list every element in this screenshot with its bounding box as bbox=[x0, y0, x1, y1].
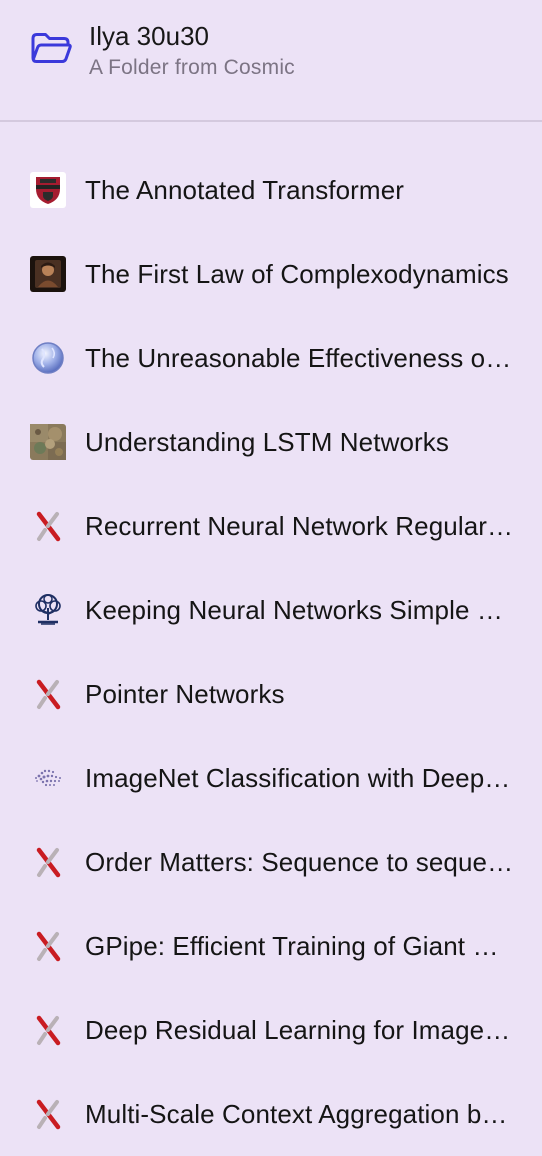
item-title: Understanding LSTM Networks bbox=[85, 427, 449, 457]
globe-icon bbox=[30, 340, 66, 376]
list-item[interactable]: The Unreasonable Effectiveness of Recurr… bbox=[0, 316, 542, 400]
dotted-logo-icon bbox=[30, 760, 66, 796]
list-item[interactable]: The Annotated Transformer bbox=[0, 148, 542, 232]
folder-item-list: The Annotated Transformer The First Law … bbox=[0, 148, 542, 1156]
list-item[interactable]: Multi-Scale Context Aggregation by Dilat… bbox=[0, 1072, 542, 1156]
list-item[interactable]: ImageNet Classification with Deep Convol… bbox=[0, 736, 542, 820]
arxiv-x-icon bbox=[30, 508, 66, 544]
list-item[interactable]: Pointer Networks bbox=[0, 652, 542, 736]
portrait-favicon-icon bbox=[30, 256, 66, 292]
folder-title: Ilya 30u30 bbox=[89, 21, 209, 51]
harvard-shield-favicon-icon bbox=[30, 172, 66, 208]
folder-header: Ilya 30u30 A Folder from Cosmic bbox=[0, 0, 542, 122]
item-title: The First Law of Complexodynamics bbox=[85, 259, 509, 289]
item-title: Multi-Scale Context Aggregation by Dilat… bbox=[85, 1099, 516, 1129]
item-title: Keeping Neural Networks Simple by Minimi… bbox=[85, 595, 516, 625]
arxiv-x-icon bbox=[30, 676, 66, 712]
list-item[interactable]: Understanding LSTM Networks bbox=[0, 400, 542, 484]
item-title: The Annotated Transformer bbox=[85, 175, 405, 205]
item-title: Order Matters: Sequence to sequence for … bbox=[85, 847, 516, 877]
list-item[interactable]: Order Matters: Sequence to sequence for … bbox=[0, 820, 542, 904]
item-title: Pointer Networks bbox=[85, 679, 285, 709]
arxiv-x-icon bbox=[30, 928, 66, 964]
arxiv-x-icon bbox=[30, 844, 66, 880]
arxiv-x-icon bbox=[30, 1096, 66, 1132]
folder-subtitle: A Folder from Cosmic bbox=[89, 56, 295, 79]
item-title: Deep Residual Learning for Image Recogni… bbox=[85, 1015, 516, 1045]
item-title: The Unreasonable Effectiveness of Recurr… bbox=[85, 343, 516, 373]
list-item[interactable]: GPipe: Efficient Training of Giant Neura… bbox=[0, 904, 542, 988]
tree-logo-icon bbox=[30, 592, 66, 628]
item-title: ImageNet Classification with Deep Convol… bbox=[85, 763, 516, 793]
list-item[interactable]: Deep Residual Learning for Image Recogni… bbox=[0, 988, 542, 1072]
list-item[interactable]: Recurrent Neural Network Regularization bbox=[0, 484, 542, 568]
arxiv-x-icon bbox=[30, 1012, 66, 1048]
folder-icon bbox=[31, 33, 72, 63]
list-item[interactable]: The First Law of Complexodynamics bbox=[0, 232, 542, 316]
item-title: GPipe: Efficient Training of Giant Neura… bbox=[85, 931, 516, 961]
item-title: Recurrent Neural Network Regularization bbox=[85, 511, 516, 541]
textured-image-favicon-icon bbox=[30, 424, 66, 460]
list-item[interactable]: Keeping Neural Networks Simple by Minimi… bbox=[0, 568, 542, 652]
